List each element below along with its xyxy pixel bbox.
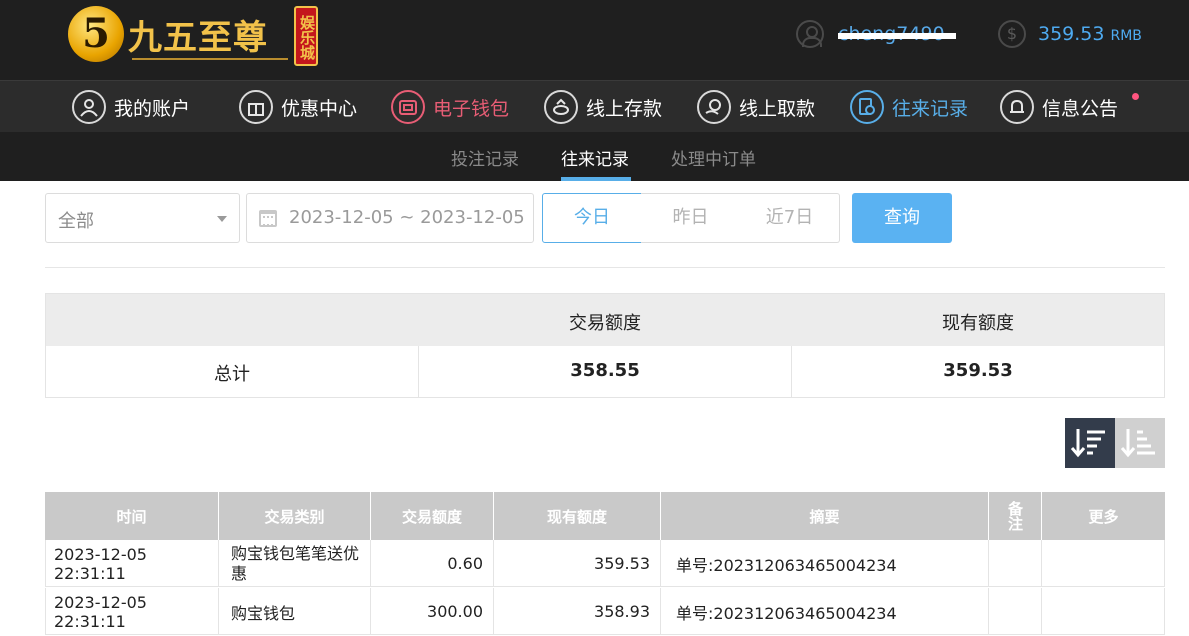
notification-dot — [1132, 93, 1139, 100]
nav-label: 电子钱包 — [433, 97, 510, 120]
cell-time: 2023-12-05 22:31:11 — [45, 540, 219, 587]
sort-ascending-icon — [1120, 429, 1155, 458]
wallet-icon — [391, 90, 425, 124]
cell-type: 购宝钱包 — [219, 588, 371, 635]
cell-summary: 单号:202312063465004234 — [661, 540, 989, 587]
top-header: 5 九五至尊 娱乐城 cheng7490 $ 359.53 RMB — [0, 0, 1189, 80]
balance-info: $ 359.53 RMB — [998, 19, 1142, 49]
yesterday-button[interactable]: 昨日 — [641, 193, 741, 243]
column-header-more[interactable]: 更多 — [1042, 492, 1165, 540]
cell-type: 购宝钱包笔笔送优惠 — [219, 540, 371, 587]
user-icon — [72, 90, 106, 124]
cell-time: 2023-12-05 22:31:11 — [45, 588, 219, 635]
column-header-balance[interactable]: 现有额度 — [494, 492, 661, 540]
summary-header-transaction: 交易额度 — [569, 313, 641, 334]
chevron-down-icon — [217, 216, 227, 222]
tab-transaction-records[interactable]: 往来记录 — [561, 145, 629, 170]
table-row[interactable]: 2023-12-05 22:31:11 购宝钱包笔笔送优惠 0.60 359.5… — [45, 540, 1165, 587]
summary-divider — [418, 346, 419, 397]
nav-transaction-records[interactable]: 往来记录 — [850, 88, 968, 126]
column-header-summary[interactable]: 摘要 — [661, 492, 989, 540]
user-icon — [796, 20, 824, 48]
cell-remark — [989, 588, 1042, 635]
summary-divider — [791, 346, 792, 397]
summary-current-total: 359.53 — [943, 360, 1013, 381]
logo-text: 九五至尊 — [128, 18, 268, 58]
cell-balance: 359.53 — [494, 540, 661, 587]
dollar-icon: $ — [998, 20, 1026, 48]
summary-table: 交易额度 现有额度 总计 358.55 359.53 — [45, 293, 1165, 398]
logo-badge: 娱乐城 — [294, 6, 318, 66]
active-tab-indicator — [561, 177, 631, 181]
column-header-time[interactable]: 时间 — [45, 492, 219, 540]
last-7-days-button[interactable]: 近7日 — [740, 193, 840, 243]
nav-label: 往来记录 — [892, 97, 969, 120]
nav-promotions[interactable]: 优惠中心 — [239, 88, 357, 126]
balance-currency: RMB — [1110, 27, 1142, 44]
tab-pending-orders[interactable]: 处理中订单 — [671, 145, 756, 170]
gift-icon — [239, 90, 273, 124]
balance-amount: 359.53 — [1038, 23, 1105, 45]
column-header-amount[interactable]: 交易额度 — [371, 492, 494, 540]
nav-my-account[interactable]: 我的账户 — [72, 88, 190, 126]
summary-transaction-total: 358.55 — [570, 360, 640, 381]
cell-more[interactable] — [1042, 540, 1165, 587]
logo-flourish — [132, 58, 288, 66]
main-nav: 我的账户 优惠中心 电子钱包 线上存款 线上取款 往来记录 信息公告 — [0, 80, 1189, 132]
nav-e-wallet[interactable]: 电子钱包 — [391, 88, 509, 126]
summary-header: 交易额度 现有额度 — [46, 294, 1164, 346]
column-header-remark[interactable]: 备注 — [989, 492, 1042, 540]
nav-withdraw[interactable]: 线上取款 — [697, 88, 815, 126]
withdraw-icon — [697, 90, 731, 124]
sort-descending-button[interactable] — [1065, 418, 1115, 468]
nav-label: 线上存款 — [586, 97, 663, 120]
type-select-value: 全部 — [58, 211, 94, 232]
username-redaction — [838, 33, 956, 39]
table-row[interactable]: 2023-12-05 22:31:11 购宝钱包 300.00 358.93 单… — [45, 588, 1165, 635]
sub-tabs: 投注记录 往来记录 处理中订单 — [0, 132, 1189, 181]
calendar-icon — [259, 210, 277, 227]
cell-more[interactable] — [1042, 588, 1165, 635]
cell-balance: 358.93 — [494, 588, 661, 635]
query-button[interactable]: 查询 — [852, 193, 952, 243]
nav-label: 我的账户 — [114, 97, 191, 120]
nav-deposit[interactable]: 线上存款 — [544, 88, 662, 126]
username: cheng7490 — [838, 23, 956, 45]
bell-icon — [1000, 90, 1034, 124]
today-button[interactable]: 今日 — [542, 193, 642, 243]
nav-label: 线上取款 — [739, 97, 816, 120]
user-info[interactable]: cheng7490 — [796, 19, 956, 49]
type-select[interactable]: 全部 — [45, 193, 240, 243]
date-range-value: 2023-12-05 ~ 2023-12-05 — [289, 207, 525, 228]
divider — [45, 267, 1165, 268]
summary-row: 总计 358.55 359.53 — [46, 346, 1164, 397]
site-logo[interactable]: 5 九五至尊 娱乐城 — [68, 4, 320, 68]
deposit-icon — [544, 90, 578, 124]
tab-bet-records[interactable]: 投注记录 — [451, 145, 519, 170]
sort-descending-icon — [1070, 429, 1105, 458]
summary-row-label: 总计 — [214, 364, 250, 385]
records-icon — [850, 90, 884, 124]
nav-label: 信息公告 — [1042, 97, 1119, 120]
logo-mark: 5 — [68, 6, 124, 62]
table-header: 时间 交易类别 交易额度 现有额度 摘要 备注 更多 — [45, 492, 1165, 540]
nav-announcements[interactable]: 信息公告 — [1000, 88, 1118, 126]
summary-header-current: 现有额度 — [942, 313, 1014, 334]
cell-amount: 0.60 — [371, 540, 494, 587]
sort-ascending-button[interactable] — [1115, 418, 1165, 468]
cell-remark — [989, 540, 1042, 587]
cell-amount: 300.00 — [371, 588, 494, 635]
nav-label: 优惠中心 — [281, 97, 358, 120]
column-header-type[interactable]: 交易类别 — [219, 492, 371, 540]
cell-summary: 单号:202312063465004234 — [661, 588, 989, 635]
date-range-picker[interactable]: 2023-12-05 ~ 2023-12-05 — [246, 193, 534, 243]
